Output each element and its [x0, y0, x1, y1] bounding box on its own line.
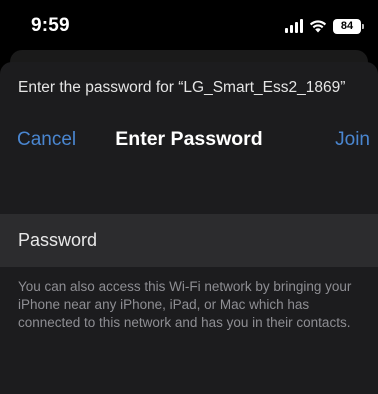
battery-level: 84	[340, 20, 354, 32]
network-prompt: Enter the password for “LG_Smart_Ess2_18…	[18, 79, 346, 96]
cellular-signal-icon	[285, 19, 303, 33]
wifi-sharing-hint: You can also access this Wi-Fi network b…	[18, 279, 352, 330]
password-field[interactable]	[0, 214, 378, 267]
nav-bar: Enter Password Cancel Join	[0, 122, 378, 158]
cancel-button[interactable]: Cancel	[17, 129, 76, 151]
status-bar: 9:59 84	[0, 0, 378, 52]
join-button[interactable]: Join	[335, 129, 370, 151]
status-icons: 84	[285, 16, 364, 36]
status-time: 9:59	[31, 15, 70, 36]
wifi-icon	[309, 20, 327, 33]
battery-icon: 84	[333, 18, 364, 34]
password-row	[0, 214, 378, 267]
